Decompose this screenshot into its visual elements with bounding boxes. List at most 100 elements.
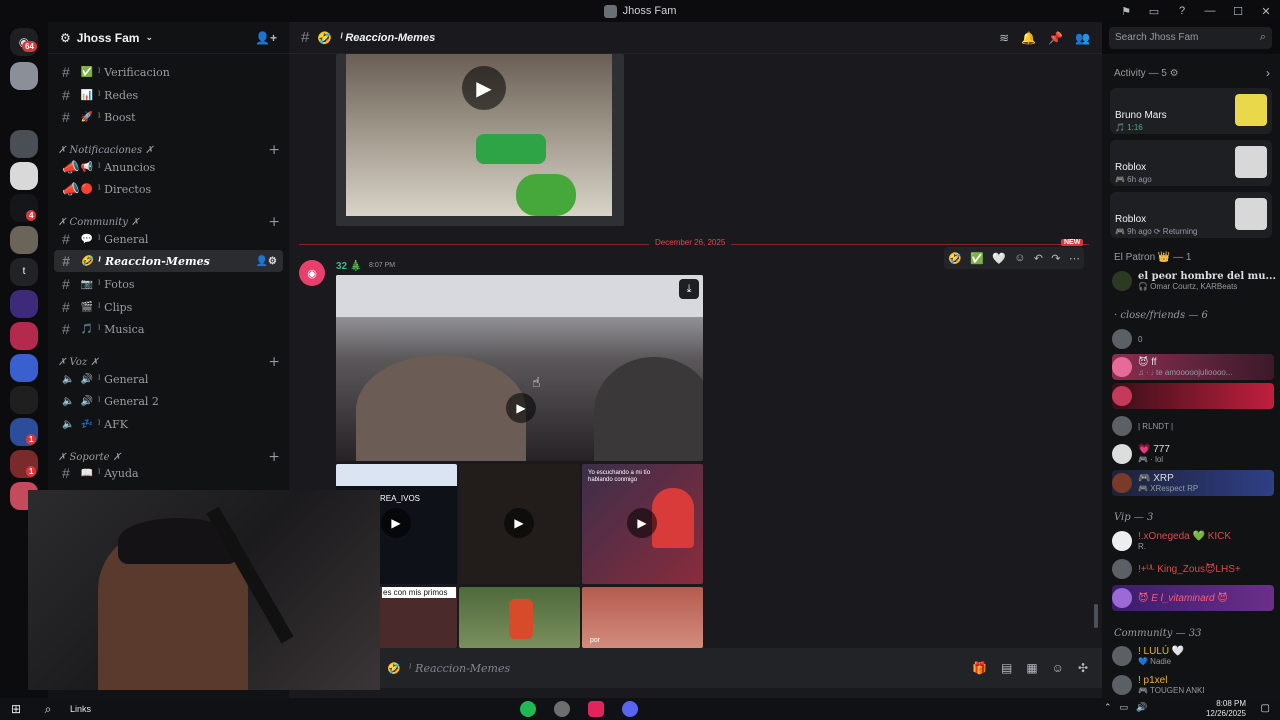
gif-icon[interactable]: ▤	[1001, 661, 1012, 675]
member-item[interactable]: ! LULÚ 🤍 💙 Nadie	[1112, 643, 1276, 669]
server-icon[interactable]	[10, 62, 38, 90]
spotify-icon[interactable]	[520, 701, 536, 717]
screen-icon[interactable]: ▭	[1140, 5, 1168, 18]
member-item[interactable]: 😈 ff ♫ · 𝆕 te amooooojulioooo...	[1112, 354, 1274, 380]
gift-icon[interactable]: 🎁	[972, 661, 987, 675]
invite-icon[interactable]: 👤+	[255, 31, 277, 45]
video-embed[interactable]: ▶	[336, 54, 624, 226]
more-icon[interactable]: ⋯	[1069, 252, 1080, 265]
notification-icon[interactable]: ▢	[1261, 703, 1270, 714]
play-button[interactable]: ▶	[627, 508, 657, 538]
video-thumb[interactable]: por	[582, 587, 703, 648]
emoji-icon[interactable]: ☺	[1052, 661, 1064, 675]
inbox-icon[interactable]: ⚑	[1112, 5, 1140, 18]
discord-icon[interactable]	[622, 701, 638, 717]
video-thumb[interactable]	[459, 587, 580, 648]
video-thumb[interactable]: ▶	[459, 464, 580, 584]
members-icon[interactable]: 👥	[1075, 31, 1090, 45]
member-item[interactable]: 🎮 XRP 🎮 XRespect RP	[1112, 470, 1274, 496]
speaker-emoji-icon: 🔊	[80, 373, 94, 385]
channel-fotos[interactable]: # 📷 ˡ Fotos	[54, 273, 283, 295]
add-reaction-icon[interactable]: ☺	[1014, 252, 1025, 264]
apps-icon[interactable]: ✣	[1078, 661, 1088, 675]
video-thumb[interactable]: Yo escuchando a mi tío hablando conmigo …	[582, 464, 703, 584]
home-badge: 64	[22, 41, 37, 52]
play-button[interactable]: ▶	[381, 508, 411, 538]
play-button[interactable]: ▶	[504, 508, 534, 538]
member-item[interactable]: 💗 777 🎮 · lol	[1112, 441, 1276, 467]
speaker-icon: 🔈	[62, 373, 75, 385]
member-item[interactable]: !.xOnegeda 💚 KICK R.	[1112, 528, 1276, 554]
channel-verificacion[interactable]: # ✅ ˡ Verificacion	[54, 61, 283, 83]
server-header[interactable]: ⚙ Jhoss Fam ⌄ 👤+	[48, 22, 289, 54]
tiktok-icon[interactable]	[588, 701, 604, 717]
activity-card[interactable]: Roblox 🎮 9h ago ⟳ Returning	[1110, 192, 1272, 238]
hash-icon: #	[62, 299, 70, 315]
clock[interactable]: 8:08 PM 12/26/2025	[1206, 699, 1246, 719]
activity-card[interactable]: Bruno Mars 🎵 1:16	[1110, 88, 1272, 134]
video-attachment[interactable]: ▶ ⤓	[336, 275, 703, 461]
server-icon[interactable]	[10, 130, 38, 158]
member-item[interactable]: 0	[1112, 326, 1276, 352]
taskbar-search-label[interactable]: Links	[70, 704, 91, 714]
chevron-right-icon[interactable]: ›	[1266, 66, 1270, 80]
message-composer[interactable]: 🤣 ˡ Reaccion-Memes 🎁 ▤ ▦ ☺ ✣	[289, 648, 1102, 688]
server-icon[interactable]	[10, 162, 38, 190]
voice-channel-general[interactable]: 🔈 🔊 ˡ General	[54, 368, 283, 390]
minimize-button[interactable]: —	[1196, 5, 1224, 17]
member-item[interactable]: 😈 E l_vitaminard 😈	[1112, 585, 1274, 611]
member-item[interactable]	[1112, 383, 1274, 409]
server-icon[interactable]	[10, 386, 38, 414]
channel-ayuda[interactable]: # 📖 ˡ Ayuda	[54, 462, 283, 484]
channel-redes[interactable]: # 📊 ˡ Redes	[54, 84, 283, 106]
reply-icon[interactable]: ↶	[1034, 252, 1043, 265]
forward-icon[interactable]: ↷	[1051, 252, 1060, 265]
activity-card[interactable]: Roblox 🎮 6h ago	[1110, 140, 1272, 186]
activity-header[interactable]: Activity — 5 ⚙	[1114, 68, 1179, 79]
play-button[interactable]: ▶	[506, 393, 536, 423]
server-icon[interactable]	[10, 322, 38, 350]
bell-icon[interactable]: 🔔	[1021, 31, 1036, 45]
download-icon[interactable]: ⤓	[679, 279, 699, 299]
play-button[interactable]: ▶	[462, 66, 506, 110]
server-gear-icon: ⚙	[60, 30, 71, 45]
help-icon[interactable]: ?	[1168, 5, 1196, 17]
server-icon[interactable]	[10, 226, 38, 254]
reaction-heart-button[interactable]: 🤍	[992, 252, 1006, 265]
channel-boost[interactable]: # 🚀 ˡ Boost	[54, 106, 283, 128]
search-input[interactable]: Search Jhoss Fam ⌕	[1109, 27, 1272, 49]
maximize-button[interactable]: ☐	[1224, 5, 1252, 18]
member-item[interactable]: ! p1xel 🎮 TOUGEN ANKI	[1112, 672, 1276, 698]
sticker-icon[interactable]: ▦	[1026, 661, 1037, 675]
close-button[interactable]: ✕	[1252, 5, 1280, 18]
search-icon[interactable]: ⌕	[32, 702, 64, 717]
member-item[interactable]: el peor hombre del mu... 🎧 Omar Courtz, K…	[1112, 268, 1276, 294]
member-item[interactable]: | RLNDT |	[1112, 413, 1276, 439]
pin-icon[interactable]: 📌	[1048, 31, 1063, 45]
scrollbar[interactable]	[1094, 604, 1098, 628]
channel-anuncios[interactable]: 📣 📢 ˡ Anuncios	[54, 156, 283, 178]
network-icon[interactable]: ▭	[1120, 702, 1129, 713]
volume-icon[interactable]: 🔊	[1136, 702, 1147, 713]
channel-settings-icon[interactable]: 👤⚙	[256, 256, 277, 267]
reaction-check-button[interactable]: ✅	[970, 252, 984, 265]
chevron-up-icon[interactable]: ⌃	[1104, 702, 1112, 713]
obs-icon[interactable]	[554, 701, 570, 717]
voice-channel-afk[interactable]: 🔈 💤 ˡ AFK	[54, 413, 283, 435]
author-name[interactable]: 32 🎄	[336, 261, 362, 272]
threads-icon[interactable]: ≋	[999, 31, 1009, 45]
server-icon[interactable]	[10, 290, 38, 318]
server-icon[interactable]: t	[10, 258, 38, 286]
member-item[interactable]: !+ᵁᴸ King_Zous😈LHS+	[1112, 556, 1276, 582]
channel-reaccion-memes[interactable]: # 🤣 ˡ Reaccion-Memes 👤⚙	[54, 250, 283, 272]
voice-channel-general-2[interactable]: 🔈 🔊 ˡ General 2	[54, 390, 283, 412]
channel-musica[interactable]: # 🎵 ˡ Musica	[54, 318, 283, 340]
server-icon[interactable]	[10, 354, 38, 382]
hash-icon: #	[62, 231, 70, 247]
author-avatar[interactable]: ◉	[299, 260, 325, 286]
channel-directos[interactable]: 📣 🔴 ˡ Directos	[54, 178, 283, 200]
windows-start-icon[interactable]: ⊞	[0, 702, 32, 716]
channel-general[interactable]: # 💬 ˡ General	[54, 228, 283, 250]
channel-clips[interactable]: # 🎬 ˡ Clips	[54, 296, 283, 318]
reaction-laugh-button[interactable]: 🤣	[948, 252, 962, 265]
